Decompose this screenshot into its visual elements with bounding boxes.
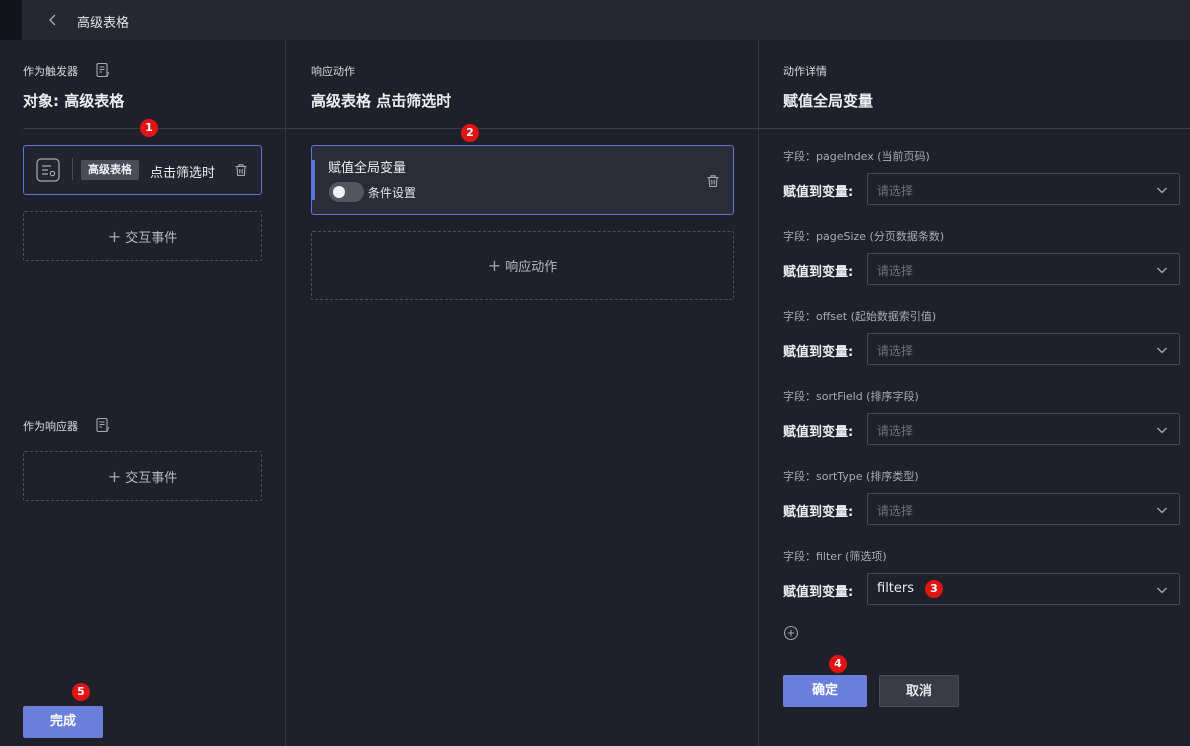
done-button[interactable]: 完成 <box>23 706 103 738</box>
add-event-label: 交互事件 <box>125 230 178 246</box>
select-placeholder: 请选择 <box>877 184 914 198</box>
variable-select[interactable]: 请选择 <box>867 173 1180 205</box>
add-interaction-event-button[interactable]: + 交互事件 <box>23 211 262 261</box>
variable-select[interactable]: 请选择 <box>867 253 1180 285</box>
trigger-event-name: 点击筛选时 <box>150 166 216 181</box>
trigger-event-card[interactable]: 高级表格 点击筛选时 <box>23 145 262 195</box>
title-area <box>22 0 1190 40</box>
variable-select[interactable]: 请选择 <box>867 333 1180 365</box>
confirm-button[interactable]: 确定 <box>783 675 867 707</box>
response-title: 高级表格 点击筛选时 <box>311 92 452 110</box>
field-label: 字段：pageSize (分页数据条数) <box>783 230 945 243</box>
page-title: 高级表格 <box>77 16 130 31</box>
divider <box>759 128 1190 129</box>
detail-section-label: 动作详情 <box>783 65 827 78</box>
trash-icon[interactable] <box>234 163 248 177</box>
left-tab-strip <box>0 0 22 40</box>
chevron-down-icon <box>1157 587 1167 594</box>
select-placeholder: 请选择 <box>877 344 914 358</box>
plus-icon: + <box>107 466 122 486</box>
condition-toggle[interactable] <box>329 182 364 202</box>
plus-icon: + <box>107 226 122 246</box>
variable-select[interactable]: 请选择 <box>867 413 1180 445</box>
divider <box>286 128 759 129</box>
table-component-icon <box>36 158 60 182</box>
action-title: 赋值全局变量 <box>328 161 407 176</box>
step-badge-3: 3 <box>925 580 943 598</box>
cancel-button[interactable]: 取消 <box>879 675 959 707</box>
component-tag: 高级表格 <box>81 160 139 180</box>
responder-section-label: 作为响应器 <box>23 420 78 433</box>
assign-to-variable-label: 赋值到变量: <box>783 185 854 200</box>
variable-select[interactable]: 请选择 <box>867 493 1180 525</box>
field-label: 字段：filter (筛选项) <box>783 550 887 563</box>
add-action-label: 响应动作 <box>505 260 558 275</box>
response-action-card[interactable]: 赋值全局变量 条件设置 <box>311 145 734 215</box>
document-help-icon[interactable]: ? <box>95 417 111 433</box>
field-label: 字段：pageIndex (当前页码) <box>783 150 930 163</box>
chevron-down-icon <box>1157 267 1167 274</box>
step-badge-4: 4 <box>829 655 847 673</box>
field-label: 字段：offset (起始数据索引值) <box>783 310 937 323</box>
chevron-down-icon <box>1157 507 1167 514</box>
step-badge-1: 1 <box>140 119 158 137</box>
assign-to-variable-label: 赋值到变量: <box>783 265 854 280</box>
responder-add-label: 交互事件 <box>125 470 178 486</box>
chevron-down-icon <box>1157 187 1167 194</box>
select-placeholder: 请选择 <box>877 264 914 278</box>
condition-label: 条件设置 <box>368 186 417 200</box>
assign-to-variable-label: 赋值到变量: <box>783 425 854 440</box>
trigger-section-label: 作为触发器 <box>23 65 78 78</box>
trash-icon[interactable] <box>706 174 720 188</box>
assign-to-variable-label: 赋值到变量: <box>783 505 854 520</box>
selection-accent <box>312 160 315 200</box>
trigger-panel: 作为触发器 ? 对象: 高级表格 1 高级表格 点击筛选时 + 交互事件 作为响… <box>0 40 286 746</box>
svg-text:?: ? <box>106 426 110 433</box>
document-help-icon[interactable]: ? <box>95 62 111 78</box>
top-bar <box>0 0 1190 40</box>
select-value: filters <box>877 581 915 596</box>
variable-select[interactable]: filters 3 <box>867 573 1180 605</box>
add-circle-icon[interactable] <box>783 625 799 641</box>
action-detail-panel: 动作详情 赋值全局变量 字段：pageIndex (当前页码) 赋值到变量: 请选择… <box>759 40 1190 746</box>
chevron-left-icon[interactable] <box>46 13 60 27</box>
chevron-down-icon <box>1157 347 1167 354</box>
step-badge-2: 2 <box>461 124 479 142</box>
field-label: 字段：sortField (排序字段) <box>783 390 919 403</box>
chevron-down-icon <box>1157 427 1167 434</box>
field-label: 字段：sortType (排序类型) <box>783 470 919 483</box>
add-response-action-button[interactable]: + 响应动作 <box>311 231 734 300</box>
select-placeholder: 请选择 <box>877 424 914 438</box>
add-responder-event-button[interactable]: + 交互事件 <box>23 451 262 501</box>
trigger-object-title: 对象: 高级表格 <box>23 92 125 110</box>
detail-title: 赋值全局变量 <box>783 92 874 110</box>
step-badge-5: 5 <box>72 683 90 701</box>
assign-to-variable-label: 赋值到变量: <box>783 585 854 600</box>
response-panel: 响应动作 高级表格 点击筛选时 2 赋值全局变量 条件设置 + 响应动作 <box>286 40 759 746</box>
svg-text:?: ? <box>106 71 110 78</box>
select-placeholder: 请选择 <box>877 504 914 518</box>
separator <box>72 158 73 180</box>
plus-icon: + <box>487 256 502 275</box>
assign-to-variable-label: 赋值到变量: <box>783 345 854 360</box>
response-section-label: 响应动作 <box>311 65 355 78</box>
toggle-knob <box>333 186 345 198</box>
